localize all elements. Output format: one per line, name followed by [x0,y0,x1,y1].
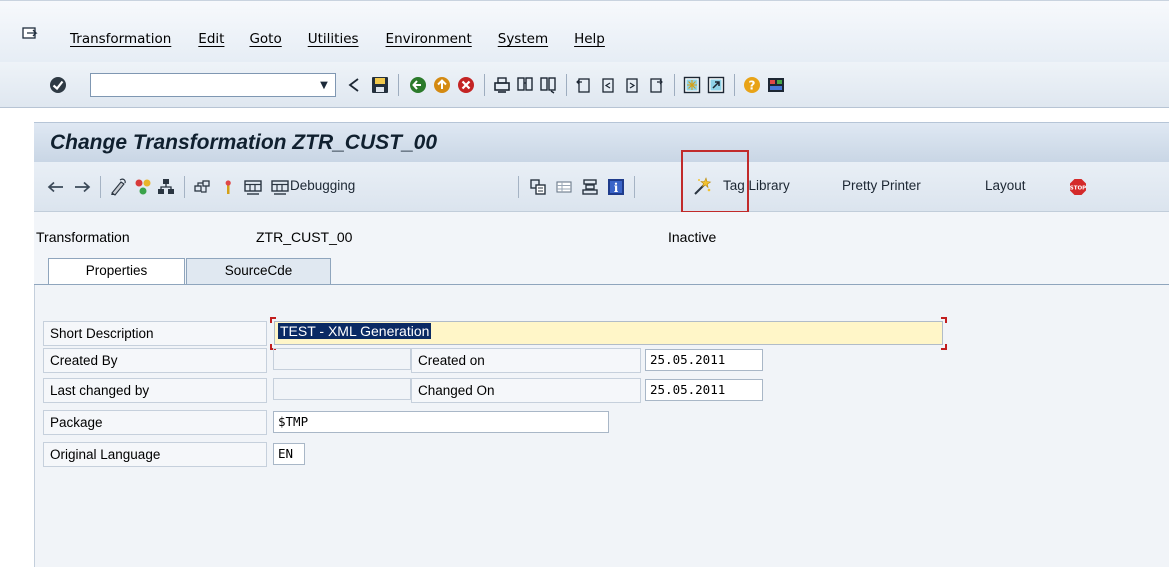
debugging-icon[interactable] [270,177,290,197]
short-description-label: Short Description [43,321,267,346]
tag-library-button[interactable]: Tag Library [723,178,790,193]
save-icon[interactable] [370,75,390,95]
forward-arrow-icon[interactable] [72,177,92,197]
standard-toolbar: ▼ ? [0,62,1169,108]
new-session-icon[interactable] [682,75,702,95]
display-change-icon[interactable] [108,177,128,197]
table-view-icon[interactable] [554,177,574,197]
original-language-label: Original Language [43,442,267,467]
tab-properties[interactable]: Properties [48,258,185,284]
activate-icon[interactable] [133,177,153,197]
help-icon[interactable]: ? [742,75,762,95]
test-icon[interactable] [243,177,263,197]
enter-icon[interactable] [48,75,68,95]
breakpoint-icon[interactable] [218,177,238,197]
page-title: Change Transformation ZTR_CUST_00 [50,131,438,154]
menu-utilities[interactable]: Utilities [308,31,359,47]
created-by-field [273,348,411,370]
short-description-input[interactable]: TEST - XML Generation [274,321,943,345]
menu-system[interactable]: System [498,31,548,47]
shortcut-icon[interactable] [706,75,726,95]
svg-text:?: ? [749,79,756,93]
created-on-label: Created on [411,348,641,373]
changed-on-field: 25.05.2011 [645,379,763,401]
menu-bar: Transformation Edit Goto Utilities Envir… [0,0,1169,62]
status-text: Inactive [668,229,717,245]
pretty-printer-button[interactable]: Pretty Printer [842,178,921,193]
command-field[interactable]: ▼ [90,73,336,97]
svg-text:i: i [614,181,619,195]
next-page-icon[interactable] [622,75,642,95]
created-by-label: Created By [43,348,267,373]
where-used-icon[interactable] [192,177,212,197]
back-icon[interactable] [408,75,428,95]
history-back-icon[interactable] [344,75,364,95]
application-toolbar: Debugging i Tag Library Pretty Printer L… [34,150,1169,213]
exit-icon[interactable] [432,75,452,95]
layout-button[interactable]: Layout [985,178,1026,193]
stop-icon[interactable]: STOP [1068,177,1088,197]
first-page-icon[interactable] [574,75,594,95]
tab-strip: Properties SourceCde [34,258,1169,284]
pattern-icon[interactable] [528,177,548,197]
info-icon[interactable]: i [606,177,626,197]
debugging-button[interactable]: Debugging [290,178,355,193]
menu-enter-icon[interactable] [22,27,40,43]
package-label: Package [43,410,267,435]
changed-on-label: Changed On [411,378,641,403]
stack-icon[interactable] [580,177,600,197]
print-icon[interactable] [492,75,512,95]
created-on-field: 25.05.2011 [645,349,763,371]
menu-goto[interactable]: Goto [249,31,281,47]
title-bar: Change Transformation ZTR_CUST_00 [34,122,1169,162]
last-changed-by-label: Last changed by [43,378,267,403]
tab-sourcecode[interactable]: SourceCde [186,258,331,284]
content-area: Transformation ZTR_CUST_00 Inactive Prop… [34,212,1169,567]
menu-environment[interactable]: Environment [386,31,472,47]
svg-text:STOP: STOP [1070,186,1086,192]
last-page-icon[interactable] [646,75,666,95]
cancel-icon[interactable] [456,75,476,95]
back-arrow-icon[interactable] [46,177,66,197]
find-next-icon[interactable] [538,75,558,95]
original-language-field: EN [273,443,305,465]
menu-help[interactable]: Help [574,31,605,47]
hierarchy-icon[interactable] [156,177,176,197]
package-field: $TMP [273,411,609,433]
find-icon[interactable] [515,75,535,95]
dropdown-arrow-icon[interactable]: ▼ [317,79,331,93]
short-description-value: TEST - XML Generation [278,323,432,339]
transformation-value: ZTR_CUST_00 [256,229,353,245]
properties-panel: Short Description TEST - XML Generation … [34,285,1169,567]
transformation-label: Transformation [36,229,130,245]
customize-layout-icon[interactable] [766,75,786,95]
last-changed-by-field [273,378,411,400]
menu-edit[interactable]: Edit [198,31,224,47]
previous-page-icon[interactable] [598,75,618,95]
menu-transformation[interactable]: Transformation [70,31,171,47]
